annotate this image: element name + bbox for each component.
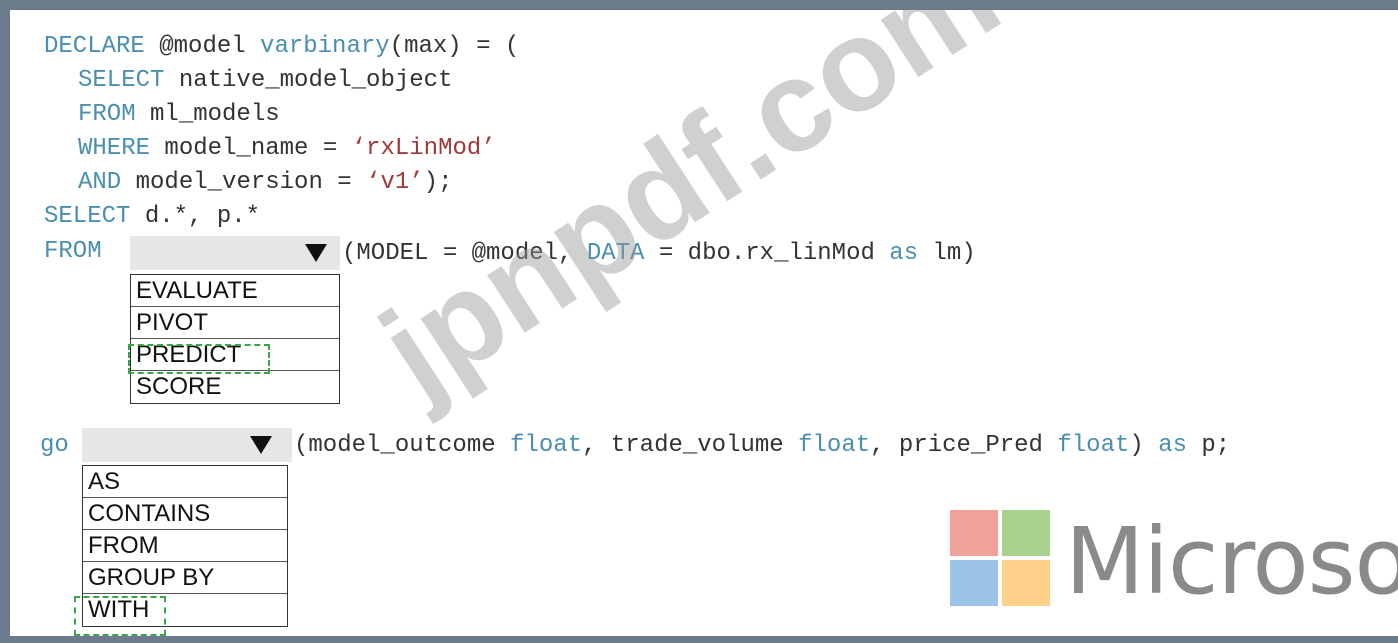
dropdown-option-group-by[interactable]: GROUP BY [83, 562, 287, 594]
code-line-select-results: SELECT d.*, p.* [44, 203, 261, 230]
dropdown-option-with[interactable]: WITH [83, 594, 287, 626]
code-line-declare: DECLARE @model varbinary(max) = ( [44, 33, 520, 60]
dropdown-option-score[interactable]: SCORE [131, 371, 339, 403]
clause-dropdown[interactable] [82, 428, 292, 462]
watermark: jpnpdf.com [356, 10, 1024, 425]
code-line-and: AND model_version = ‘v1’); [78, 169, 453, 196]
dropdown-option-from[interactable]: FROM [83, 530, 287, 562]
logo-square-red [950, 510, 998, 556]
code-line-from: FROM ml_models [78, 101, 280, 128]
logo-square-blue [950, 560, 998, 606]
code-line-go: go [40, 432, 69, 459]
code-line-where: WHERE model_name = ‘rxLinMod’ [78, 135, 496, 162]
dropdown-option-predict[interactable]: PREDICT [131, 339, 339, 371]
dropdown-option-pivot[interactable]: PIVOT [131, 307, 339, 339]
code-line-with-columns: (model_outcome float, trade_volume float… [294, 432, 1231, 459]
code-line-select: SELECT native_model_object [78, 67, 453, 94]
code-line-model-args: (MODEL = @model, DATA = dbo.rx_linMod as… [342, 240, 976, 267]
dropdown-option-contains[interactable]: CONTAINS [83, 498, 287, 530]
question-panel: DECLARE @model varbinary(max) = ( SELECT… [10, 10, 1398, 636]
logo-square-green [1002, 510, 1050, 556]
dropdown-option-evaluate[interactable]: EVALUATE [131, 275, 339, 307]
clause-dropdown-list: AS CONTAINS FROM GROUP BY WITH [82, 465, 288, 627]
chevron-down-icon [305, 244, 327, 262]
logo-square-yellow [1002, 560, 1050, 606]
function-dropdown[interactable] [130, 236, 340, 270]
code-line-from-function: FROM [44, 238, 102, 265]
dropdown-option-as[interactable]: AS [83, 466, 287, 498]
chevron-down-icon [250, 436, 272, 454]
function-dropdown-list: EVALUATE PIVOT PREDICT SCORE [130, 274, 340, 404]
microsoft-logo-text: Microsoft [1065, 508, 1398, 615]
